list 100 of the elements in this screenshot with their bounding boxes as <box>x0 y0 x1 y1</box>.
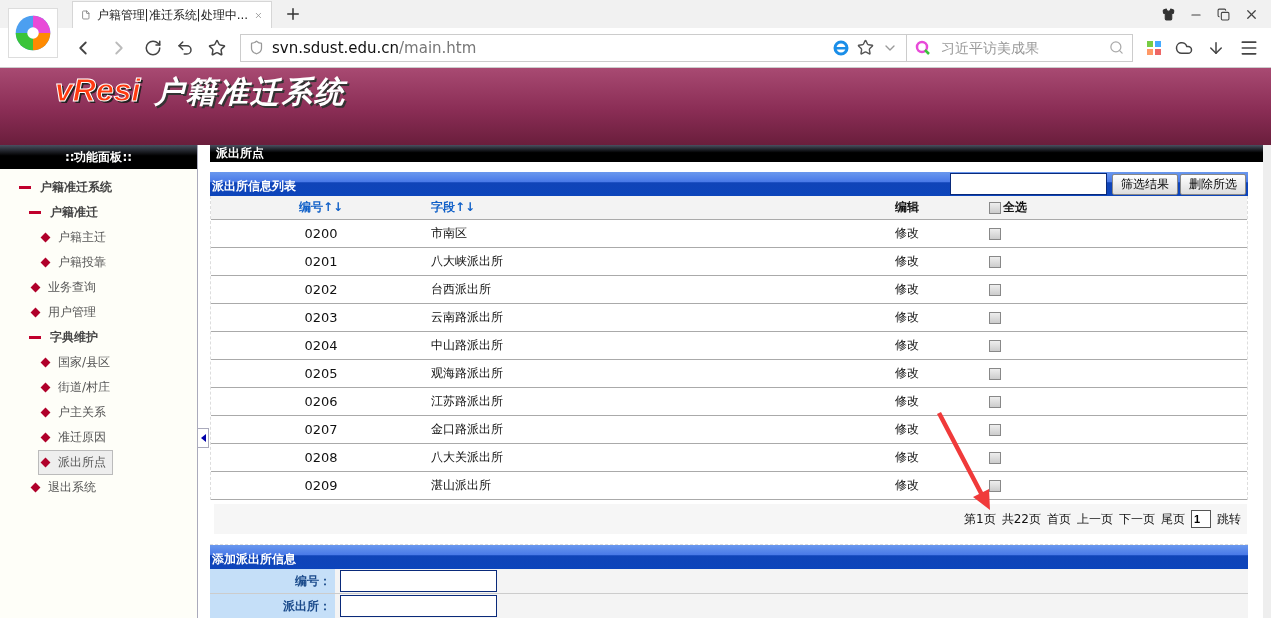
close-icon[interactable] <box>1244 7 1259 22</box>
site-title: 户籍准迁系统 <box>154 73 347 111</box>
sidebar-item[interactable]: 用户管理 <box>28 300 103 325</box>
row-checkbox[interactable] <box>989 311 1001 324</box>
search-bar[interactable]: 习近平访美成果 <box>907 33 1133 62</box>
row-checkbox[interactable] <box>989 339 1001 352</box>
select-all-checkbox[interactable] <box>989 201 1001 214</box>
edit-link[interactable]: 修改 <box>895 365 919 382</box>
table-cell: 0200 <box>211 220 431 248</box>
table-cell: 0203 <box>211 304 431 332</box>
pager-link[interactable]: 下一页 <box>1119 510 1155 528</box>
toolbar-button[interactable]: 筛选结果 <box>1112 173 1178 195</box>
jump-link[interactable]: 跳转 <box>1217 510 1241 528</box>
sidebar-item[interactable]: 派出所点 <box>38 450 113 475</box>
field-label: 派出所： <box>210 594 335 618</box>
table-cell: 0206 <box>211 388 431 416</box>
sidebar-item[interactable]: 业务查询 <box>28 275 103 300</box>
search-logo-icon <box>915 39 931 56</box>
search-icon[interactable] <box>1109 40 1124 55</box>
table-cell: 0201 <box>211 248 431 276</box>
filter-field[interactable] <box>950 173 1107 195</box>
sort-link[interactable]: 字段↑↓ <box>431 199 476 216</box>
sidebar-item[interactable]: 户籍投靠 <box>38 250 113 275</box>
row-checkbox[interactable] <box>989 395 1001 408</box>
sidebar-item[interactable]: 国家/县区 <box>38 350 118 375</box>
row-checkbox[interactable] <box>989 367 1001 380</box>
table-cell: 0202 <box>211 276 431 304</box>
table-cell: 观海路派出所 <box>431 360 895 388</box>
table-cell: 云南路派出所 <box>431 304 895 332</box>
pager-link[interactable]: 尾页 <box>1161 510 1185 528</box>
edit-link[interactable]: 修改 <box>895 393 919 410</box>
page-indicator: 第1页 <box>964 510 996 528</box>
table-cell: 江苏路派出所 <box>431 388 895 416</box>
star-icon[interactable] <box>857 39 874 56</box>
pager-link[interactable]: 首页 <box>1047 510 1071 528</box>
browser-logo[interactable] <box>8 8 58 58</box>
form-title: 添加派出所信息 <box>212 550 297 568</box>
input-field[interactable] <box>340 595 497 617</box>
table-cell: 0208 <box>211 444 431 472</box>
edit-link[interactable]: 修改 <box>895 449 919 466</box>
table-cell: 0207 <box>211 416 431 444</box>
row-checkbox[interactable] <box>989 423 1001 436</box>
maximize-icon[interactable] <box>1217 8 1230 21</box>
toolbar-button[interactable]: 删除所选 <box>1180 173 1246 195</box>
row-checkbox[interactable] <box>989 227 1001 240</box>
table-cell: 0204 <box>211 332 431 360</box>
edit-link[interactable]: 修改 <box>895 281 919 298</box>
address-bar[interactable]: svn.sdust.edu.cn/main.htm <box>240 33 907 62</box>
edit-link[interactable]: 修改 <box>895 337 919 354</box>
shield-icon <box>249 40 264 55</box>
table-cell: 八大关派出所 <box>431 444 895 472</box>
edit-link[interactable]: 修改 <box>895 421 919 438</box>
sidebar-item[interactable]: 准迁原因 <box>38 425 113 450</box>
table-cell: 中山路派出所 <box>431 332 895 360</box>
edit-link[interactable]: 修改 <box>895 477 919 494</box>
sidebar-item[interactable]: 户籍主迁 <box>38 225 113 250</box>
list-title: 派出所信息列表 <box>212 177 297 195</box>
input-field[interactable] <box>340 570 497 592</box>
sidebar-item[interactable]: 户籍准迁 <box>28 200 105 225</box>
star-icon[interactable] <box>208 38 226 57</box>
table-cell: 八大峡派出所 <box>431 248 895 276</box>
apps-icon[interactable] <box>1147 40 1161 55</box>
field-label: 编号： <box>210 569 335 593</box>
row-checkbox[interactable] <box>989 479 1001 492</box>
sidebar-item[interactable]: 户主关系 <box>38 400 113 425</box>
reload-icon[interactable] <box>144 38 162 57</box>
table-cell: 台西派出所 <box>431 276 895 304</box>
row-checkbox[interactable] <box>989 451 1001 464</box>
edit-link[interactable]: 修改 <box>895 225 919 242</box>
sidebar-item[interactable]: 退出系统 <box>28 475 103 500</box>
page-title: 派出所点 <box>210 145 1263 162</box>
undo-icon[interactable] <box>176 38 194 57</box>
arrow-icon <box>200 434 206 442</box>
pager-link[interactable]: 上一页 <box>1077 510 1113 528</box>
page-count: 共22页 <box>1001 510 1041 528</box>
shirt-icon[interactable] <box>1162 8 1175 21</box>
edit-link[interactable]: 修改 <box>895 253 919 270</box>
column-header: 编辑 <box>895 196 989 220</box>
url-text: svn.sdust.edu.cn/main.htm <box>272 38 477 57</box>
site-logo: vResi <box>55 72 141 109</box>
table-cell: 0209 <box>211 472 431 500</box>
sidebar-item[interactable]: 户籍准迁系统 <box>18 175 119 200</box>
new-tab-icon[interactable] <box>284 5 302 23</box>
table-cell: 市南区 <box>431 220 895 248</box>
page-input[interactable]: 1 <box>1191 510 1211 528</box>
page-icon <box>81 8 91 22</box>
browser-tab[interactable]: 户籍管理|准迁系统|处理中... <box>72 1 272 28</box>
column-header: 全选 <box>1003 199 1027 216</box>
scrollbar[interactable] <box>1263 145 1271 618</box>
row-checkbox[interactable] <box>989 255 1001 268</box>
edit-link[interactable]: 修改 <box>895 309 919 326</box>
table-cell: 金口路派出所 <box>431 416 895 444</box>
sidebar-item[interactable]: 街道/村庄 <box>38 375 118 400</box>
table-cell: 0205 <box>211 360 431 388</box>
table-cell: 湛山派出所 <box>431 472 895 500</box>
collapse-button[interactable] <box>198 428 209 448</box>
sort-link[interactable]: 编号↑↓ <box>298 199 344 216</box>
sidebar-title: ::功能面板:: <box>0 145 197 169</box>
row-checkbox[interactable] <box>989 283 1001 296</box>
sidebar-item[interactable]: 字典维护 <box>28 325 105 350</box>
